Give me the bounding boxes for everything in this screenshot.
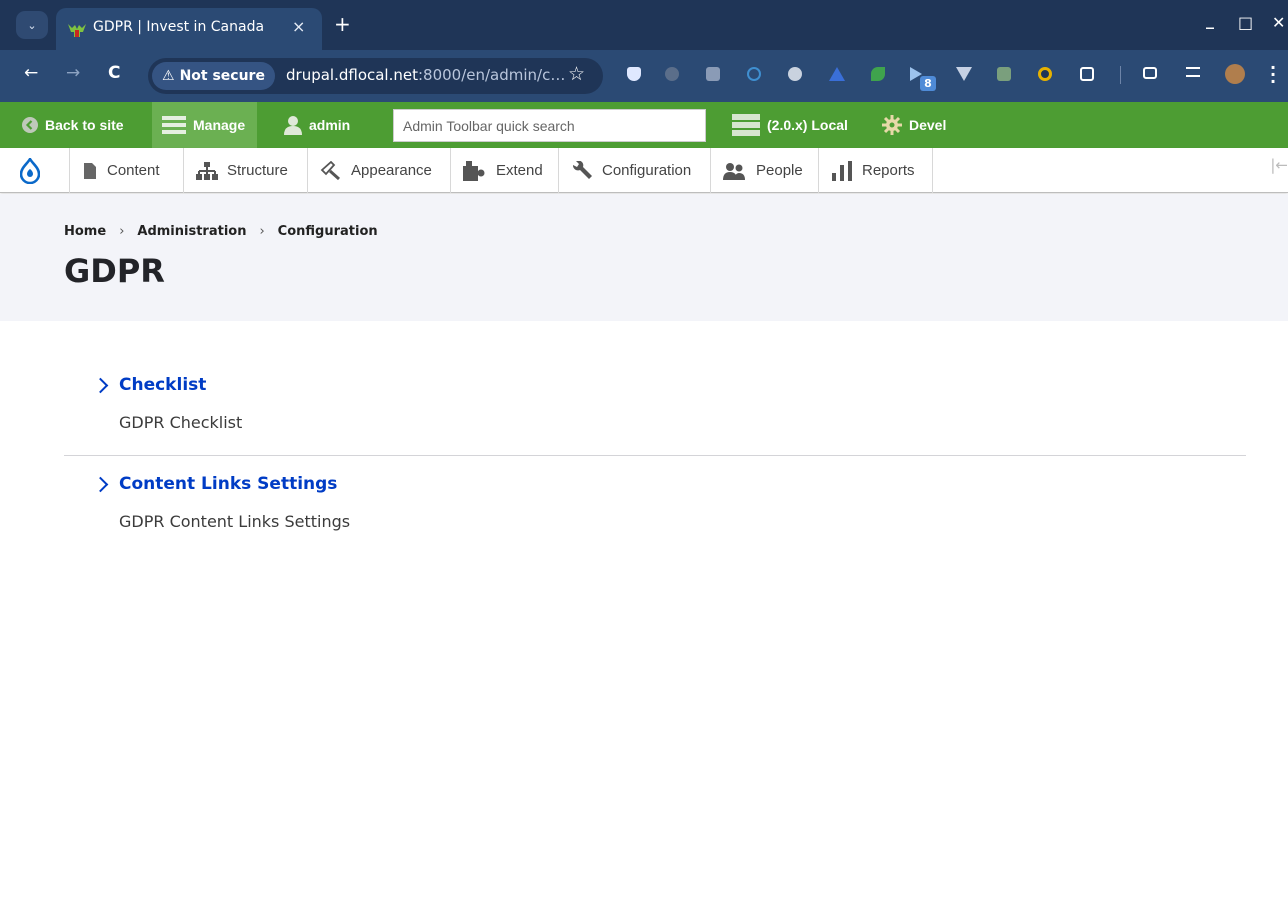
- url-host: drupal.dflocal.net: [286, 66, 418, 84]
- breadcrumb: Home › Administration › Configuration: [64, 224, 378, 239]
- camera-icon[interactable]: [706, 67, 720, 81]
- tray-item-content[interactable]: Content: [70, 148, 184, 193]
- gear-icon: [882, 115, 902, 135]
- chevron-left-circle-icon: [22, 117, 38, 133]
- paintbrush-icon: [320, 160, 340, 180]
- browser-window: ⌄ GDPR | Invest in Canada × + _ □ ✕ ← → …: [0, 0, 1288, 922]
- manage-tab[interactable]: Manage: [152, 102, 258, 148]
- chevron-right-icon: [92, 476, 109, 493]
- document-icon: [84, 162, 96, 179]
- triangle-icon[interactable]: [829, 67, 845, 81]
- server-icon: [732, 114, 760, 136]
- user-label: admin: [309, 117, 351, 133]
- tray-item-label: Appearance: [351, 162, 432, 179]
- tray-item-appearance[interactable]: Appearance: [308, 148, 451, 193]
- checklist-link[interactable]: Checklist: [119, 375, 206, 395]
- forward-arrow-icon[interactable]: →: [66, 63, 80, 83]
- tray-item-label: Configuration: [602, 162, 692, 179]
- tray-item-label: Structure: [227, 162, 288, 179]
- people-icon: [723, 162, 745, 180]
- browser-tab[interactable]: GDPR | Invest in Canada ×: [56, 8, 322, 50]
- sitemap-icon: [196, 161, 218, 180]
- tray-item-structure[interactable]: Structure: [184, 148, 308, 193]
- tray-item-label: People: [756, 162, 803, 179]
- title-bar: ⌄ GDPR | Invest in Canada × + _ □ ✕: [0, 0, 1288, 50]
- shield-icon[interactable]: [627, 67, 641, 81]
- back-to-site-label: Back to site: [45, 117, 124, 133]
- minimize-icon[interactable]: _: [1206, 10, 1214, 29]
- c-icon[interactable]: [747, 67, 761, 81]
- tray-item-label: Reports: [862, 162, 915, 179]
- breadcrumb-separator: ›: [259, 224, 265, 239]
- toolbar-divider: [1120, 66, 1121, 84]
- address-bar[interactable]: ⚠ Not secure drupal.dflocal.net:8000/en/…: [148, 58, 603, 94]
- chevron-right-icon: [92, 377, 109, 394]
- profile-icon[interactable]: [1225, 64, 1245, 84]
- tab-close-icon[interactable]: ×: [292, 17, 305, 36]
- tray-item-reports[interactable]: Reports: [819, 148, 933, 193]
- url-path: :8000/en/admin/c…: [417, 66, 566, 84]
- moose-favicon-icon: [68, 24, 86, 37]
- tab-title: GDPR | Invest in Canada: [93, 19, 265, 35]
- tray-item-label: Content: [107, 162, 160, 179]
- admin-search-input[interactable]: [393, 109, 706, 142]
- admin-menu-tray: Content Structure Appearance Extend Conf…: [0, 148, 1288, 193]
- queue-icon[interactable]: [1186, 67, 1200, 77]
- leaf-icon[interactable]: [871, 67, 885, 81]
- navigation-bar: ← → C ⚠ Not secure drupal.dflocal.net:80…: [0, 50, 1288, 102]
- tray-item-label: Extend: [496, 162, 543, 179]
- warning-icon: ⚠: [162, 68, 175, 84]
- admin-list: Checklist GDPR Checklist Content Links S…: [64, 322, 1246, 553]
- hamburger-icon: [162, 116, 186, 134]
- tab-search-button[interactable]: ⌄: [16, 11, 48, 39]
- puzzle-icon[interactable]: [1080, 67, 1094, 81]
- manage-label: Manage: [193, 117, 246, 133]
- bookmark-star-icon[interactable]: ☆: [568, 63, 585, 85]
- v-icon[interactable]: [956, 67, 972, 81]
- gear-icon[interactable]: [665, 67, 679, 81]
- security-label: Not secure: [179, 68, 265, 84]
- bar-chart-icon: [832, 160, 852, 181]
- environment-label: (2.0.x) Local: [767, 117, 848, 133]
- circle-icon[interactable]: [1038, 67, 1052, 81]
- environment-indicator[interactable]: (2.0.x) Local: [732, 102, 848, 148]
- puzzle-icon: [463, 160, 485, 181]
- user-icon: [284, 116, 302, 135]
- devel-tab[interactable]: Devel: [882, 102, 946, 148]
- user-tab[interactable]: admin: [284, 102, 350, 148]
- content-links-settings-description: GDPR Content Links Settings: [119, 512, 351, 531]
- security-chip[interactable]: ⚠ Not secure: [152, 62, 275, 90]
- breadcrumb-configuration[interactable]: Configuration: [278, 224, 378, 239]
- back-to-site-link[interactable]: Back to site: [22, 102, 124, 148]
- breadcrumb-home[interactable]: Home: [64, 224, 106, 239]
- new-tab-button[interactable]: +: [334, 12, 351, 36]
- devel-label: Devel: [909, 117, 947, 133]
- drupal-logo-icon[interactable]: [0, 148, 70, 193]
- extension-badge: 8: [920, 76, 936, 91]
- layers-icon[interactable]: [997, 67, 1011, 81]
- breadcrumb-separator: ›: [119, 224, 125, 239]
- chevron-down-icon: ⌄: [27, 18, 37, 32]
- list-item-checklist: Checklist GDPR Checklist: [64, 322, 1246, 455]
- admin-toolbar: Back to site Manage admin (2.0.x) Local …: [0, 102, 1288, 148]
- breadcrumb-administration[interactable]: Administration: [137, 224, 246, 239]
- tray-item-people[interactable]: People: [711, 148, 819, 193]
- checklist-description: GDPR Checklist: [119, 413, 243, 432]
- wrench-icon: [572, 160, 592, 179]
- u-icon[interactable]: [788, 67, 802, 81]
- list-item-content-links-settings: Content Links Settings GDPR Content Link…: [64, 455, 1246, 553]
- menu-icon[interactable]: · · ·: [1270, 60, 1276, 90]
- tray-item-extend[interactable]: Extend: [451, 148, 559, 193]
- content-links-settings-link[interactable]: Content Links Settings: [119, 474, 337, 494]
- page-title: GDPR: [64, 252, 165, 290]
- collapse-tray-icon[interactable]: |←: [1270, 156, 1288, 174]
- maximize-icon[interactable]: □: [1238, 13, 1253, 32]
- close-window-icon[interactable]: ✕: [1272, 13, 1285, 32]
- cast-icon[interactable]: [1143, 67, 1157, 79]
- reload-icon[interactable]: C: [108, 63, 120, 83]
- tray-item-configuration[interactable]: Configuration: [559, 148, 711, 193]
- back-arrow-icon[interactable]: ←: [24, 63, 38, 83]
- page-header: Home › Administration › Configuration GD…: [0, 194, 1288, 321]
- url-text[interactable]: drupal.dflocal.net:8000/en/admin/c…: [286, 66, 565, 84]
